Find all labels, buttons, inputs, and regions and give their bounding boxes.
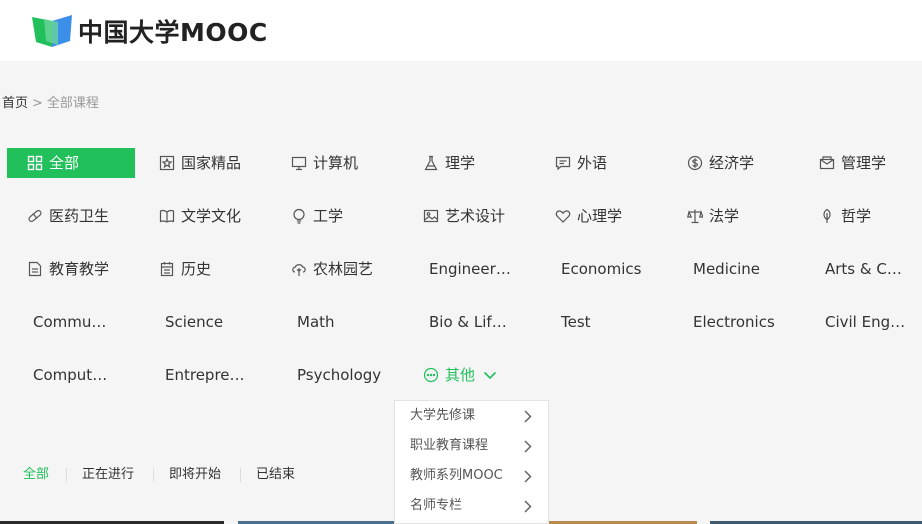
category-other[interactable]: 其他 — [423, 360, 523, 390]
category-label: 理学 — [445, 154, 476, 172]
dropdown-item-label: 大学先修课 — [410, 408, 476, 423]
category-grid: 全部 国家精品 计算机 理学 外语 经济学 管理学 医药卫生 文学文化 工学 艺… — [0, 136, 922, 408]
breadcrumb: 首页 > 全部课程 — [2, 92, 99, 111]
status-tabs: 全部 正在进行 即将开始 已结束 — [0, 456, 394, 494]
picture-icon — [423, 209, 439, 223]
category-entrepreneurship[interactable]: Entrepreneurship — [165, 360, 245, 390]
category-science[interactable]: 理学 — [423, 148, 543, 178]
tab-divider — [240, 468, 241, 482]
category-label: 计算机 — [313, 154, 359, 172]
category-label: 历史 — [181, 260, 212, 278]
category-label: 艺术设计 — [445, 207, 506, 225]
category-label: 其他 — [445, 366, 476, 384]
flask-icon — [424, 155, 438, 171]
breadcrumb-current: 全部课程 — [46, 96, 99, 111]
leaf-icon — [823, 208, 831, 223]
category-law[interactable]: 法学 — [687, 201, 807, 231]
category-national-quality[interactable]: 国家精品 — [159, 148, 279, 178]
category-education[interactable]: 教育教学 — [27, 254, 147, 284]
tab-divider — [153, 468, 154, 482]
star-badge-icon — [159, 155, 175, 171]
pill-icon — [28, 210, 42, 222]
heart-icon — [555, 210, 571, 223]
plant-icon — [292, 264, 306, 276]
category-label: 医药卫生 — [49, 207, 110, 225]
category-electronics[interactable]: Electronics — [693, 307, 803, 337]
category-science-en[interactable]: Science — [165, 307, 265, 337]
category-label: 心理学 — [577, 207, 623, 225]
tab-all[interactable]: 全部 — [23, 456, 49, 494]
category-label: 工学 — [313, 207, 344, 225]
category-communication[interactable]: Communication — [33, 307, 115, 337]
category-economics[interactable]: 经济学 — [687, 148, 807, 178]
dropdown-item-label: 职业教育课程 — [410, 438, 489, 453]
category-engineering-cn[interactable]: 工学 — [291, 201, 411, 231]
scale-icon — [687, 209, 703, 224]
chevron-right-icon — [524, 500, 532, 513]
category-label: 教育教学 — [49, 260, 110, 278]
category-label: 法学 — [709, 207, 740, 225]
site-header: 中国大学MOOC — [0, 0, 922, 61]
category-label: 文学文化 — [181, 207, 242, 225]
book-icon — [159, 209, 175, 223]
category-philosophy[interactable]: 哲学 — [819, 201, 922, 231]
grid-icon — [27, 155, 43, 171]
category-foreign-language[interactable]: 外语 — [555, 148, 675, 178]
chat-icon — [555, 156, 571, 171]
tab-ongoing[interactable]: 正在进行 — [82, 456, 134, 494]
other-dropdown-menu: 大学先修课 职业教育课程 教师系列MOOC 名师专栏 — [394, 400, 549, 524]
category-label: 哲学 — [841, 207, 872, 225]
category-label: 经济学 — [709, 154, 755, 172]
category-medicine-health[interactable]: 医药卫生 — [27, 201, 147, 231]
category-label: 国家精品 — [181, 154, 242, 172]
category-history[interactable]: 历史 — [159, 254, 279, 284]
dollar-icon — [687, 155, 703, 171]
category-literature-culture[interactable]: 文学文化 — [159, 201, 279, 231]
calendar-icon — [160, 262, 174, 277]
dropdown-item-famous-teachers[interactable]: 名师专栏 — [395, 491, 548, 521]
dropdown-item-label: 教师系列MOOC — [410, 468, 503, 483]
category-civil-engineering[interactable]: Civil Engineering — [825, 307, 907, 337]
breadcrumb-separator: > — [32, 96, 43, 111]
category-management[interactable]: 管理学 — [819, 148, 922, 178]
chevron-right-icon — [524, 410, 532, 423]
category-medicine[interactable]: Medicine — [693, 254, 793, 284]
tab-divider — [66, 468, 67, 482]
mooc-book-icon — [32, 15, 72, 47]
category-label: 管理学 — [841, 154, 887, 172]
category-label: 全部 — [49, 154, 80, 172]
category-engineering[interactable]: Engineering — [429, 254, 513, 284]
tab-upcoming[interactable]: 即将开始 — [169, 456, 221, 494]
category-computer[interactable]: 计算机 — [291, 148, 411, 178]
document-icon — [28, 261, 42, 277]
site-logo[interactable]: 中国大学MOOC — [32, 13, 268, 49]
envelope-icon — [819, 156, 835, 170]
dropdown-item-precollege[interactable]: 大学先修课 — [395, 401, 548, 431]
category-test[interactable]: Test — [561, 307, 661, 337]
chevron-right-icon — [524, 470, 532, 483]
category-economics-en[interactable]: Economics — [561, 254, 661, 284]
category-art-design[interactable]: 艺术设计 — [423, 201, 543, 231]
tab-ended[interactable]: 已结束 — [256, 456, 295, 494]
dropdown-item-vocational[interactable]: 职业教育课程 — [395, 431, 548, 461]
bulb-icon — [293, 208, 305, 224]
category-label: 外语 — [577, 154, 608, 172]
chevron-right-icon — [524, 440, 532, 453]
chevron-down-icon — [483, 371, 497, 380]
category-math[interactable]: Math — [297, 307, 397, 337]
dropdown-item-teacher-mooc[interactable]: 教师系列MOOC — [395, 461, 548, 491]
category-agriculture[interactable]: 农林园艺 — [291, 254, 411, 284]
category-psychology-cn[interactable]: 心理学 — [555, 201, 675, 231]
breadcrumb-home[interactable]: 首页 — [2, 96, 28, 111]
category-computer-science[interactable]: Computer Science — [33, 360, 115, 390]
logo-text: 中国大学MOOC — [78, 18, 268, 47]
more-circle-icon — [423, 367, 439, 383]
dropdown-item-label: 名师专栏 — [410, 498, 463, 513]
category-label: 农林园艺 — [313, 260, 374, 278]
category-arts-culture[interactable]: Arts & Culture — [825, 254, 905, 284]
category-all[interactable]: 全部 — [7, 148, 135, 178]
monitor-icon — [291, 156, 307, 171]
category-bio-life[interactable]: Bio & Life Sciences — [429, 307, 507, 337]
category-psychology[interactable]: Psychology — [297, 360, 397, 390]
